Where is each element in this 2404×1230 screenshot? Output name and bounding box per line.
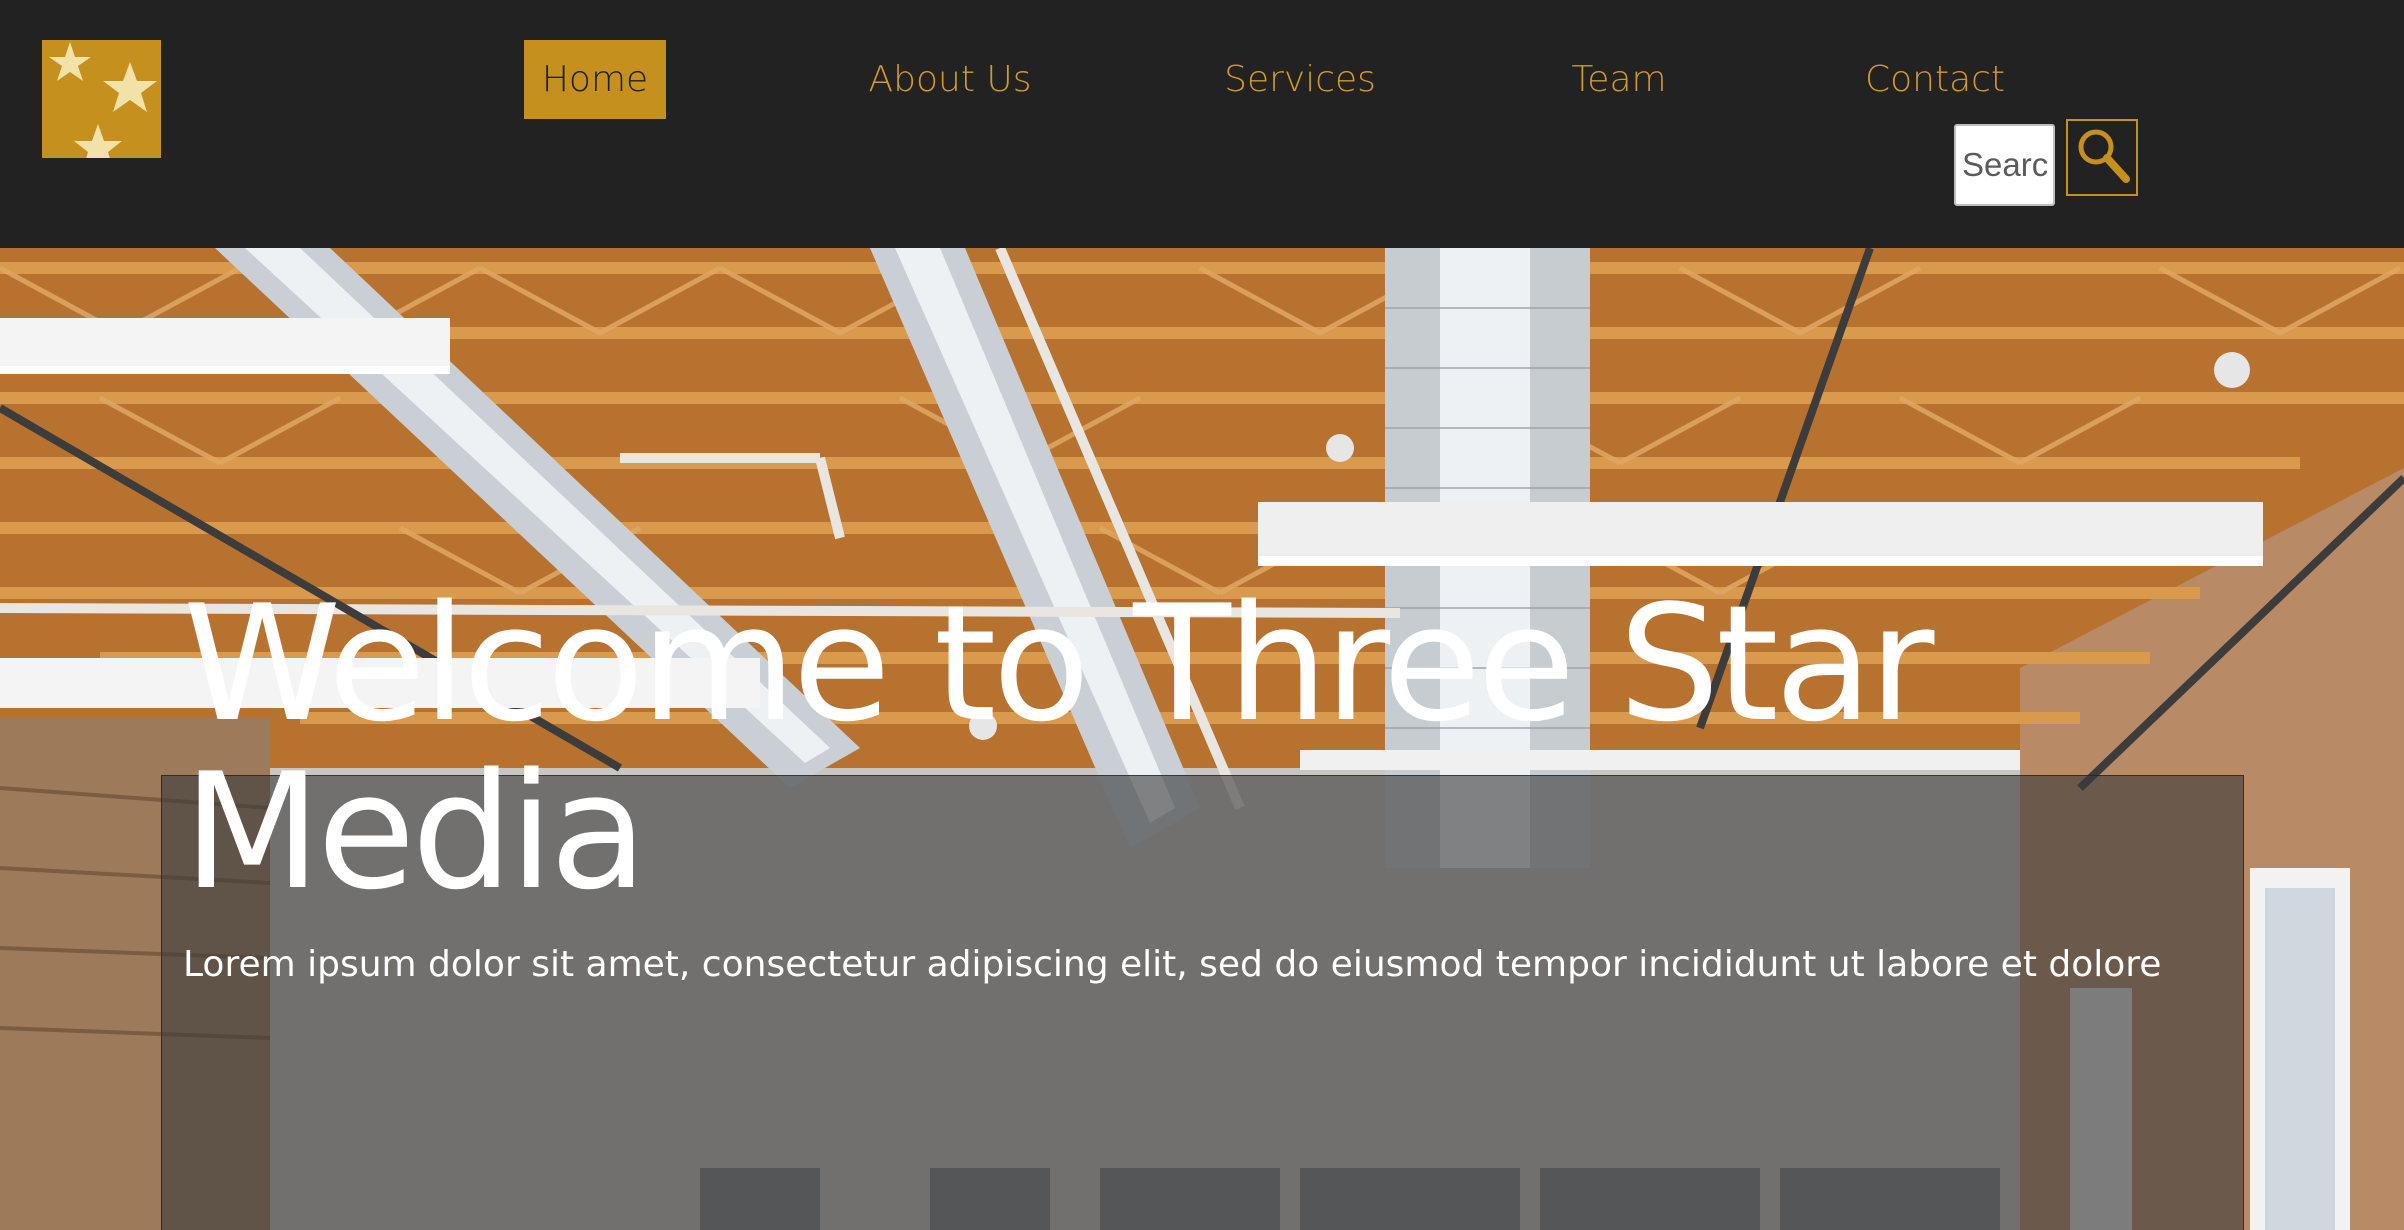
nav-home[interactable]: Home bbox=[524, 40, 666, 119]
page: Home About Us Services Team Contact Sear… bbox=[0, 0, 2404, 1230]
search-button[interactable] bbox=[2066, 119, 2138, 196]
nav-services[interactable]: Services bbox=[1218, 40, 1382, 119]
three-stars-logo-icon bbox=[42, 40, 161, 158]
hero-text: Lorem ipsum dolor sit amet, consectetur … bbox=[183, 944, 2162, 985]
search-input[interactable] bbox=[1954, 124, 2055, 206]
nav-contact[interactable]: Contact bbox=[1860, 40, 2010, 119]
hero-title: Welcome to Three Star Media bbox=[183, 570, 1934, 925]
magnifier-icon bbox=[2078, 129, 2130, 183]
logo[interactable] bbox=[42, 40, 161, 158]
site-header: Home About Us Services Team Contact bbox=[0, 0, 2404, 248]
nav-team[interactable]: Team bbox=[1560, 40, 1678, 119]
nav-about-us[interactable]: About Us bbox=[855, 40, 1045, 119]
